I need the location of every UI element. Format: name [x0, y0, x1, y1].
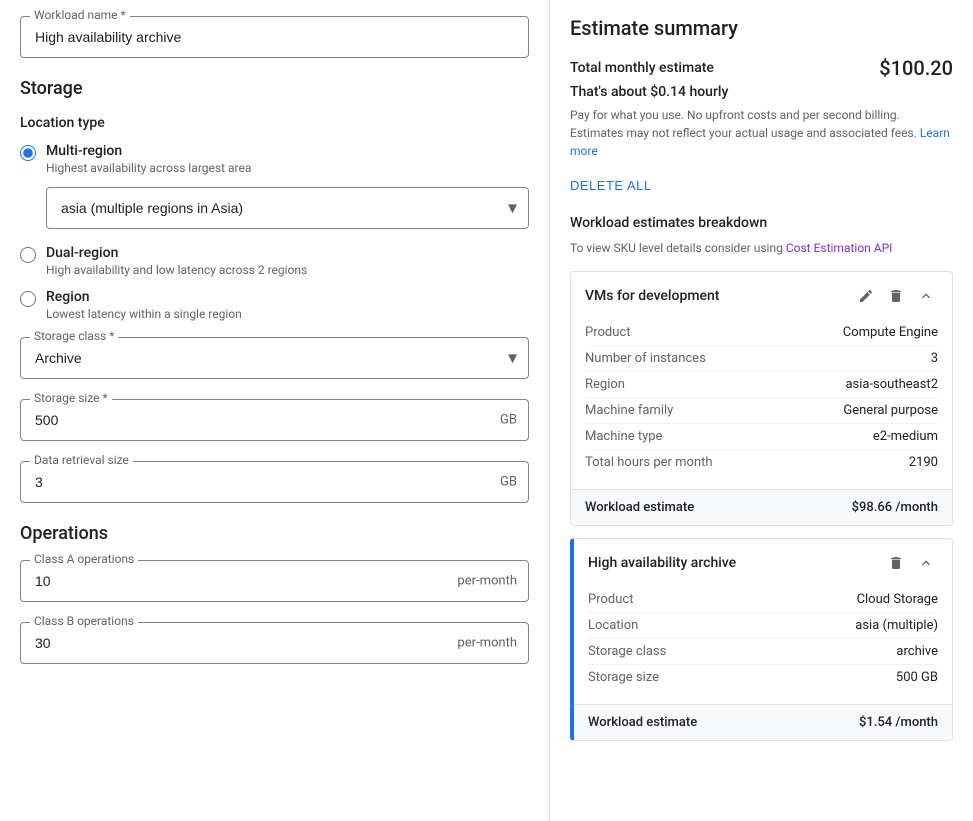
multi-region-text: Multi-region Highest availability across…	[46, 143, 251, 175]
expand-less-icon	[918, 288, 934, 304]
hourly-estimate: That's about $0.14 hourly	[570, 84, 953, 100]
dual-region-desc: High availability and low latency across…	[46, 263, 307, 277]
archive-card-header: High availability archive	[574, 539, 952, 587]
class-a-input[interactable]	[20, 560, 529, 602]
vms-card-header: VMs for development	[571, 272, 952, 320]
storage-size-input[interactable]	[20, 399, 529, 441]
storage-class-select[interactable]: Archive	[20, 337, 529, 379]
data-retrieval-input[interactable]	[20, 461, 529, 503]
archive-card-actions	[884, 551, 938, 575]
storage-size-label: Storage size *	[30, 391, 112, 405]
class-b-wrapper: per-month	[20, 622, 529, 664]
location-select[interactable]: asia (multiple regions in Asia)	[46, 187, 529, 229]
table-row: Location asia (multiple)	[588, 612, 938, 638]
table-row: Product Compute Engine	[585, 320, 938, 345]
operations-section: Operations Class A operations per-month …	[20, 523, 529, 664]
storage-class-group: Storage class * Archive ▾	[20, 337, 529, 379]
storage-section: Storage Location type Multi-region Highe…	[20, 78, 529, 503]
workload-name-group: Workload name *	[20, 16, 529, 58]
vms-card-actions	[854, 284, 938, 308]
region-radio[interactable]	[20, 291, 36, 307]
data-retrieval-label: Data retrieval size	[30, 453, 133, 467]
class-a-group: Class A operations per-month	[20, 560, 529, 602]
region-label: Region	[46, 289, 242, 305]
vms-card: VMs for development	[570, 271, 953, 526]
expand-less-icon	[918, 555, 934, 571]
location-select-wrapper: asia (multiple regions in Asia) ▾	[46, 187, 529, 229]
archive-card-body: Product Cloud Storage Location asia (mul…	[574, 587, 952, 704]
multi-region-radio[interactable]	[20, 145, 36, 161]
archive-delete-button[interactable]	[884, 551, 908, 575]
archive-workload-estimate: Workload estimate $1.54 /month	[574, 704, 952, 740]
dual-region-text: Dual-region High availability and low la…	[46, 245, 307, 277]
delete-icon	[888, 288, 904, 304]
class-a-wrapper: per-month	[20, 560, 529, 602]
vms-delete-button[interactable]	[884, 284, 908, 308]
table-row: Storage size 500 GB	[588, 664, 938, 690]
vms-estimate-value: $98.66 /month	[852, 500, 938, 515]
multi-region-label: Multi-region	[46, 143, 251, 159]
storage-size-wrapper: GB	[20, 399, 529, 441]
multi-region-option[interactable]: Multi-region Highest availability across…	[20, 143, 529, 175]
location-dropdown-group: asia (multiple regions in Asia) ▾	[46, 187, 529, 229]
table-row: Storage class archive	[588, 638, 938, 664]
archive-estimate-label: Workload estimate	[588, 715, 697, 730]
table-row: Region asia-southeast2	[585, 371, 938, 397]
class-a-label: Class A operations	[30, 552, 138, 566]
storage-class-label: Storage class *	[30, 329, 118, 343]
table-row: Machine type e2-medium	[585, 423, 938, 449]
total-monthly-row: Total monthly estimate $100.20	[570, 56, 953, 80]
vms-edit-button[interactable]	[854, 284, 878, 308]
data-retrieval-group: Data retrieval size GB	[20, 461, 529, 503]
class-b-label: Class B operations	[30, 614, 138, 628]
left-panel: Workload name * Storage Location type Mu…	[0, 0, 550, 821]
table-row: Number of instances 3	[585, 345, 938, 371]
workload-name-label: Workload name *	[30, 8, 130, 22]
estimate-summary-title: Estimate summary	[570, 16, 953, 40]
archive-card-title: High availability archive	[588, 555, 736, 571]
edit-icon	[858, 288, 874, 304]
region-text: Region Lowest latency within a single re…	[46, 289, 242, 321]
storage-size-group: Storage size * GB	[20, 399, 529, 441]
storage-title: Storage	[20, 78, 529, 99]
right-panel: Estimate summary Total monthly estimate …	[550, 0, 973, 821]
delete-all-button[interactable]: DELETE ALL	[570, 174, 652, 197]
breakdown-note: To view SKU level details consider using…	[570, 239, 953, 257]
archive-collapse-button[interactable]	[914, 551, 938, 575]
region-option[interactable]: Region Lowest latency within a single re…	[20, 289, 529, 321]
total-monthly-amount: $100.20	[879, 56, 953, 80]
workload-name-input[interactable]	[20, 16, 529, 58]
class-b-input[interactable]	[20, 622, 529, 664]
class-b-group: Class B operations per-month	[20, 622, 529, 664]
dual-region-option[interactable]: Dual-region High availability and low la…	[20, 245, 529, 277]
table-row: Total hours per month 2190	[585, 449, 938, 475]
breakdown-title: Workload estimates breakdown	[570, 215, 953, 231]
vms-workload-estimate: Workload estimate $98.66 /month	[571, 489, 952, 525]
delete-icon	[888, 555, 904, 571]
location-type-radio-group: Multi-region Highest availability across…	[20, 143, 529, 321]
table-row: Product Cloud Storage	[588, 587, 938, 612]
archive-estimate-value: $1.54 /month	[859, 715, 938, 730]
cost-estimation-api-link[interactable]: Cost Estimation API	[786, 241, 893, 255]
region-desc: Lowest latency within a single region	[46, 307, 242, 321]
table-row: Machine family General purpose	[585, 397, 938, 423]
vms-card-title: VMs for development	[585, 288, 719, 304]
storage-class-select-wrapper: Archive ▾	[20, 337, 529, 379]
vms-card-body: Product Compute Engine Number of instanc…	[571, 320, 952, 489]
estimate-note: Pay for what you use. No upfront costs a…	[570, 106, 953, 160]
location-type-label: Location type	[20, 115, 529, 131]
multi-region-desc: Highest availability across largest area	[46, 161, 251, 175]
vms-collapse-button[interactable]	[914, 284, 938, 308]
operations-title: Operations	[20, 523, 529, 544]
dual-region-label: Dual-region	[46, 245, 307, 261]
total-monthly-label: Total monthly estimate	[570, 60, 714, 76]
dual-region-radio[interactable]	[20, 247, 36, 263]
archive-card: High availability archive Product Cloud …	[570, 538, 953, 741]
data-retrieval-wrapper: GB	[20, 461, 529, 503]
vms-estimate-label: Workload estimate	[585, 500, 694, 515]
